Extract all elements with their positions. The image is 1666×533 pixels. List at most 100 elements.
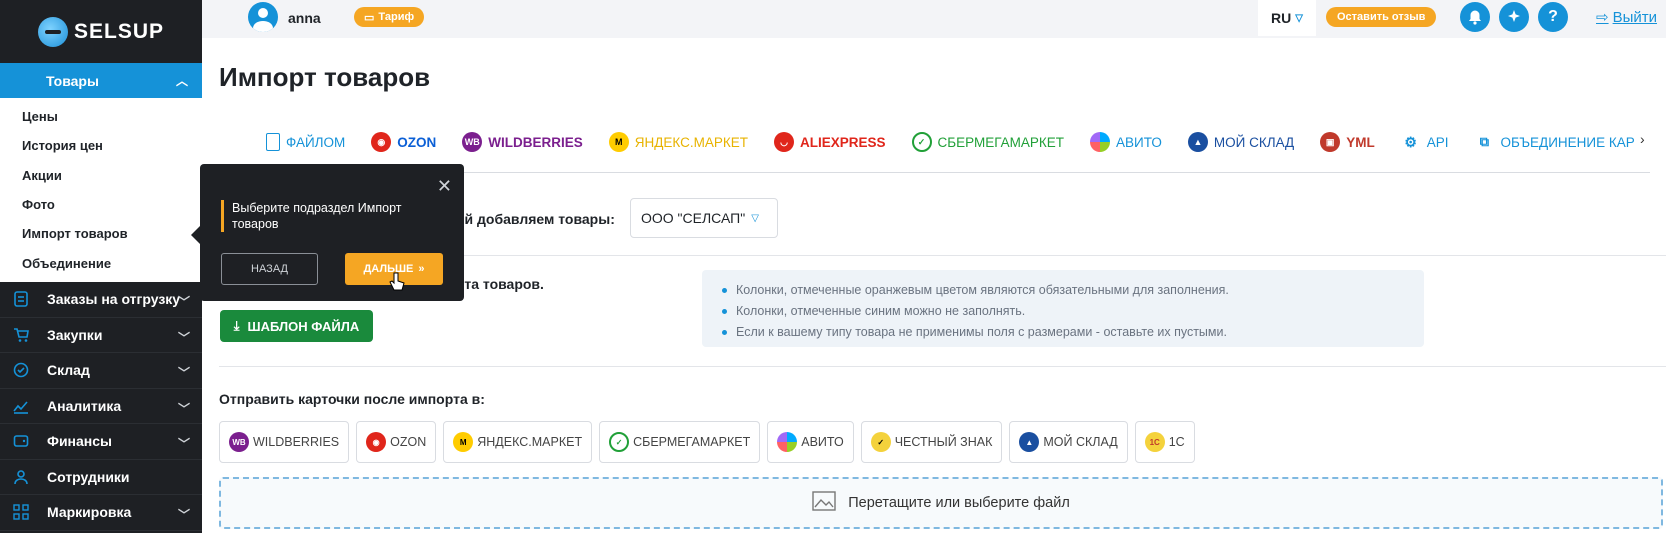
send-target-moysklad[interactable]: ▲ МОЙ СКЛАД: [1009, 421, 1128, 463]
card-icon: ▭: [364, 11, 375, 24]
send-target-label: СБЕРМЕГАМАРКЕТ: [633, 435, 751, 449]
tabs-divider: [266, 172, 1650, 173]
notifications-bell-icon[interactable]: [1460, 2, 1490, 32]
file-dropzone[interactable]: Перетащите или выберите файл: [219, 477, 1663, 529]
topbar: anna ▭ Тариф RU ▽ Оставить отзыв ? ⇨ Вый…: [202, 0, 1666, 38]
close-icon[interactable]: ✕: [437, 176, 452, 197]
moysklad-icon: ▲: [1187, 132, 1208, 152]
tab-yandex-market[interactable]: M ЯНДЕКС.МАРКЕТ: [608, 132, 749, 152]
tabs-scroll-right-icon[interactable]: ›: [1640, 131, 1645, 147]
avatar[interactable]: [248, 2, 278, 32]
sidebar-item-analytics[interactable]: Аналитика ﹀: [0, 389, 202, 424]
products-submenu: Цены История цен Акции Фото Импорт товар…: [0, 98, 202, 282]
tab-label: OZON: [397, 134, 437, 150]
download-template-button[interactable]: ⤓ ШАБЛОН ФАЙЛА: [220, 310, 373, 342]
pointer-cursor-icon: [389, 272, 405, 291]
download-icon: ⤓: [233, 318, 240, 333]
template-label: рта товаров.: [456, 276, 544, 292]
tab-label: ЯНДЕКС.МАРКЕТ: [634, 134, 749, 150]
tab-file[interactable]: ФАЙЛОМ: [266, 133, 345, 151]
tab-yml[interactable]: ▣ YML: [1320, 132, 1375, 152]
tab-aliexpress[interactable]: ◡ ALIEXPRESS: [774, 132, 886, 152]
send-target-ozon[interactable]: ◉ OZON: [356, 421, 437, 463]
tab-api[interactable]: ⚙ API: [1401, 132, 1448, 152]
send-target-label: WILDBERRIES: [253, 435, 340, 449]
tab-ozon[interactable]: ◉ OZON: [371, 132, 436, 152]
tab-merge[interactable]: ⧉ ОБЪЕДИНЕНИЕ КАР: [1474, 132, 1635, 152]
submenu-item-merge[interactable]: Объединение: [0, 248, 202, 277]
yandex-market-icon: M: [608, 132, 629, 152]
send-target-yandex-market[interactable]: M ЯНДЕКС.МАРКЕТ: [443, 421, 593, 463]
user-icon: [12, 468, 30, 486]
avito-icon: [777, 432, 798, 452]
tab-label: СБЕРМЕГАМАРКЕТ: [937, 134, 1065, 150]
onboarding-tooltip: ✕ Выберите подраздел Импорт товаров НАЗА…: [191, 164, 464, 301]
review-button[interactable]: Оставить отзыв: [1326, 7, 1437, 27]
sidebar-item-orders[interactable]: Заказы на отгрузку ﹀: [0, 282, 202, 318]
chevron-down-icon: ﹀: [177, 366, 190, 380]
page-title: Импорт товаров: [219, 62, 431, 92]
info-item: Если к вашему типу товара не применимы п…: [722, 322, 1424, 343]
chevron-down-icon: ﹀: [177, 437, 190, 451]
sparkle-icon[interactable]: [1499, 2, 1529, 32]
orders-icon: [12, 290, 30, 308]
sidebar-item-purchases[interactable]: Закупки ﹀: [0, 318, 202, 353]
info-item: Колонки, отмеченные синим можно не запол…: [722, 301, 1424, 322]
submenu-item-price-history[interactable]: История цен: [0, 131, 202, 160]
divider: [219, 366, 1666, 367]
send-target-wildberries[interactable]: WB WILDBERRIES: [219, 421, 350, 463]
tab-label: ОБЪЕДИНЕНИЕ КАР: [1500, 134, 1635, 150]
avito-icon: [1090, 132, 1111, 152]
sidebar-item-label: Закупки: [47, 326, 103, 343]
tariff-label: Тариф: [378, 11, 415, 23]
sidebar-item-finance[interactable]: Финансы ﹀: [0, 424, 202, 460]
username: anna: [288, 10, 321, 26]
send-target-label: МОЙ СКЛАД: [1043, 435, 1118, 449]
button-label: ШАБЛОН ФАЙЛА: [247, 318, 360, 334]
back-button[interactable]: НАЗАД: [221, 253, 318, 285]
tab-label: YML: [1346, 134, 1375, 150]
tab-wildberries[interactable]: WB WILDBERRIES: [462, 132, 583, 152]
tab-avito[interactable]: АВИТО: [1090, 132, 1162, 152]
dropzone-label: Перетащите или выберите файл: [848, 495, 1070, 511]
tab-label: АВИТО: [1116, 134, 1162, 150]
sidebar-item-warehouse[interactable]: Склад ﹀: [0, 353, 202, 389]
logout-link[interactable]: ⇨ Выйти: [1596, 8, 1657, 27]
sidebar-item-label: Заказы на отгрузку: [47, 291, 181, 308]
submenu-item-promotions[interactable]: Акции: [0, 161, 202, 190]
send-targets: WB WILDBERRIES ◉ OZON M ЯНДЕКС.МАРКЕТ ✓ …: [219, 421, 1195, 463]
sbermegamarket-icon: ✓: [911, 132, 932, 152]
wildberries-icon: WB: [229, 432, 249, 452]
logo[interactable]: SELSUP: [0, 0, 202, 63]
send-target-chestny-znak[interactable]: ✓ ЧЕСТНЫЙ ЗНАК: [860, 421, 1003, 463]
submenu-item-prices[interactable]: Цены: [0, 102, 202, 131]
send-target-1c[interactable]: 1C 1С: [1134, 421, 1195, 463]
tab-moysklad[interactable]: ▲ МОЙ СКЛАД: [1187, 132, 1294, 152]
chevron-down-icon: ﹀: [177, 508, 190, 522]
organization-select[interactable]: ООО "СЕЛСАП" ▽: [630, 198, 778, 238]
wallet-icon: [12, 432, 30, 450]
send-target-sbermegamarket[interactable]: ✓ СБЕРМЕГАМАРКЕТ: [599, 421, 761, 463]
tab-sbermegamarket[interactable]: ✓ СБЕРМЕГАМАРКЕТ: [911, 132, 1065, 152]
chestny-znak-icon: ✓: [870, 432, 891, 452]
chevron-down-icon: ﹀: [177, 295, 190, 309]
sidebar-item-employees[interactable]: Сотрудники: [0, 460, 202, 495]
tariff-button[interactable]: ▭ Тариф: [354, 7, 425, 27]
organization-label: ой добавляем товары:: [456, 211, 615, 227]
sidebar-item-products[interactable]: Товары ︿: [0, 63, 202, 98]
sidebar-item-marking[interactable]: Маркировка ﹀: [0, 495, 202, 531]
language-select[interactable]: RU ▽: [1258, 0, 1316, 36]
send-target-avito[interactable]: АВИТО: [767, 421, 854, 463]
help-icon[interactable]: ?: [1538, 2, 1568, 32]
moysklad-icon: ▲: [1019, 432, 1040, 452]
tab-label: WILDBERRIES: [488, 134, 583, 150]
warehouse-icon: [12, 361, 30, 379]
api-icon: ⚙: [1404, 133, 1417, 150]
sidebar: SELSUP Товары ︿ Цены История цен Акции Ф…: [0, 0, 202, 533]
submenu-item-import[interactable]: Импорт товаров: [0, 219, 202, 248]
tab-label: ФАЙЛОМ: [286, 134, 346, 150]
send-cards-label: Отправить карточки после импорта в:: [219, 391, 485, 407]
submenu-item-photos[interactable]: Фото: [0, 190, 202, 219]
info-box: Колонки, отмеченные оранжевым цветом явл…: [702, 270, 1424, 347]
ozon-icon: ◉: [371, 132, 392, 152]
